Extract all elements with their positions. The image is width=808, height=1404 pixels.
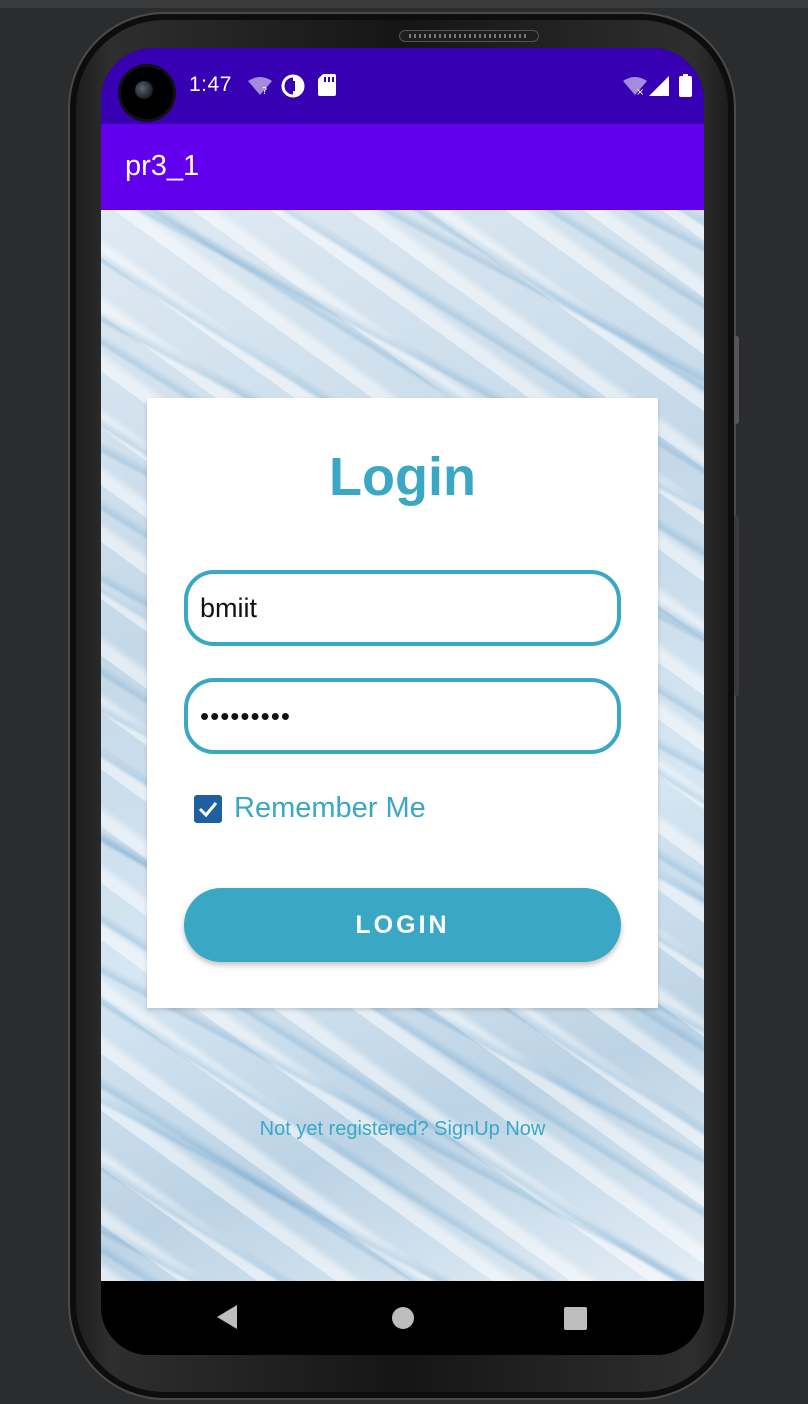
back-icon[interactable]	[215, 1303, 239, 1331]
phone-screen: 1:47 ? × pr3_1 Login bmiit ••••••••• Rem…	[101, 48, 704, 1355]
login-title: Login	[329, 447, 476, 507]
navigation-bar	[101, 1281, 704, 1355]
remember-me-checkbox[interactable]	[194, 794, 222, 823]
recents-icon[interactable]	[564, 1307, 587, 1330]
data-saver-icon	[281, 74, 305, 98]
status-bar: 1:47 ? ×	[101, 48, 704, 124]
svg-text:?: ?	[262, 86, 267, 96]
app-title: pr3_1	[125, 150, 200, 182]
side-button[interactable]	[734, 516, 739, 696]
home-icon[interactable]	[391, 1306, 415, 1330]
remember-me-label: Remember Me	[234, 792, 426, 824]
wifi-question-icon: ?	[248, 77, 272, 96]
app-bar: pr3_1	[101, 124, 704, 210]
battery-icon	[679, 74, 692, 97]
wifi-off-icon: ×	[623, 77, 647, 96]
volume-button[interactable]	[734, 336, 739, 424]
password-field[interactable]: •••••••••	[184, 678, 621, 754]
signup-link[interactable]: Not yet registered? SignUp Now	[101, 1118, 704, 1141]
username-field[interactable]: bmiit	[184, 570, 621, 646]
signal-icon	[649, 76, 669, 96]
checkmark-icon	[198, 801, 218, 817]
login-card: Login bmiit ••••••••• Remember Me LOGIN	[147, 398, 658, 1008]
password-value: •••••••••	[200, 700, 291, 731]
username-value: bmiit	[200, 592, 258, 623]
window-top-strip	[0, 0, 808, 8]
svg-text:×: ×	[636, 87, 644, 96]
camera-cutout	[121, 67, 173, 119]
login-button[interactable]: LOGIN	[184, 888, 621, 962]
sd-card-icon	[318, 74, 336, 96]
status-time: 1:47	[189, 73, 232, 96]
content-area: Login bmiit ••••••••• Remember Me LOGIN …	[101, 210, 704, 1281]
remember-me-checkbox-row[interactable]: Remember Me	[194, 792, 426, 825]
speaker-grille	[399, 30, 539, 42]
